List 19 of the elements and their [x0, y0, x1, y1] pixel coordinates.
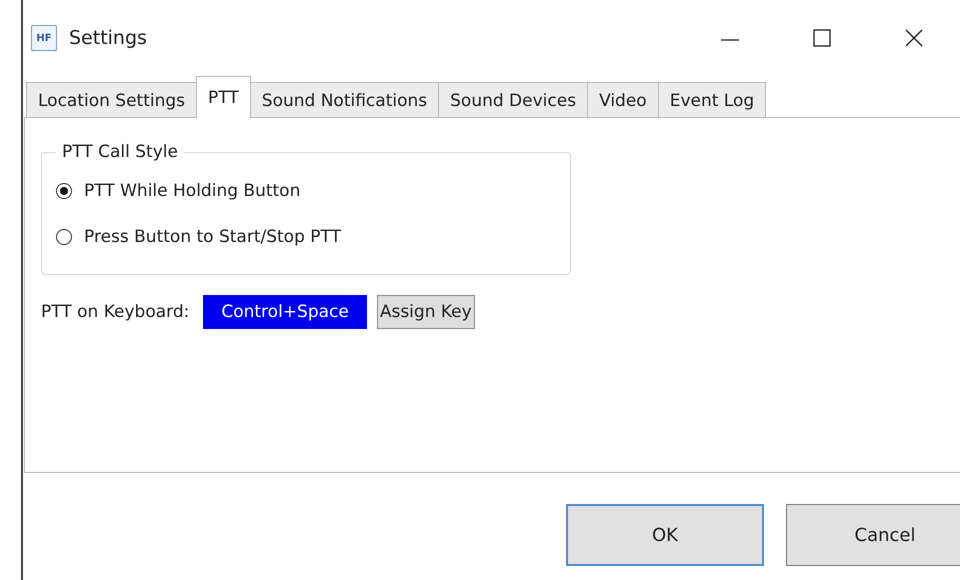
tab[interactable]: Location Settings: [26, 82, 198, 118]
key-binding-field: Control+Space: [203, 295, 367, 329]
radio-option[interactable]: Press Button to Start/Stop PTT: [56, 214, 554, 260]
group-title: PTT Call Style: [61, 142, 179, 162]
assign-key-button[interactable]: Assign Key: [376, 295, 475, 329]
tab[interactable]: Video: [587, 82, 659, 118]
maximize-icon: [812, 28, 832, 48]
keyboard-label: PTT on Keyboard:: [41, 302, 190, 322]
close-icon: [904, 28, 924, 48]
minimize-icon: [721, 39, 739, 41]
tab[interactable]: Sound Devices: [438, 82, 588, 118]
tab[interactable]: PTT: [196, 76, 251, 118]
window-title: Settings: [69, 27, 147, 49]
radio-option[interactable]: PTT While Holding Button: [56, 168, 554, 214]
tab[interactable]: Event Log: [658, 82, 766, 118]
tab[interactable]: Sound Notifications: [250, 82, 440, 118]
ok-button[interactable]: OK: [566, 504, 764, 566]
app-logo-icon: HF: [31, 25, 57, 51]
cancel-button[interactable]: Cancel: [786, 504, 960, 566]
